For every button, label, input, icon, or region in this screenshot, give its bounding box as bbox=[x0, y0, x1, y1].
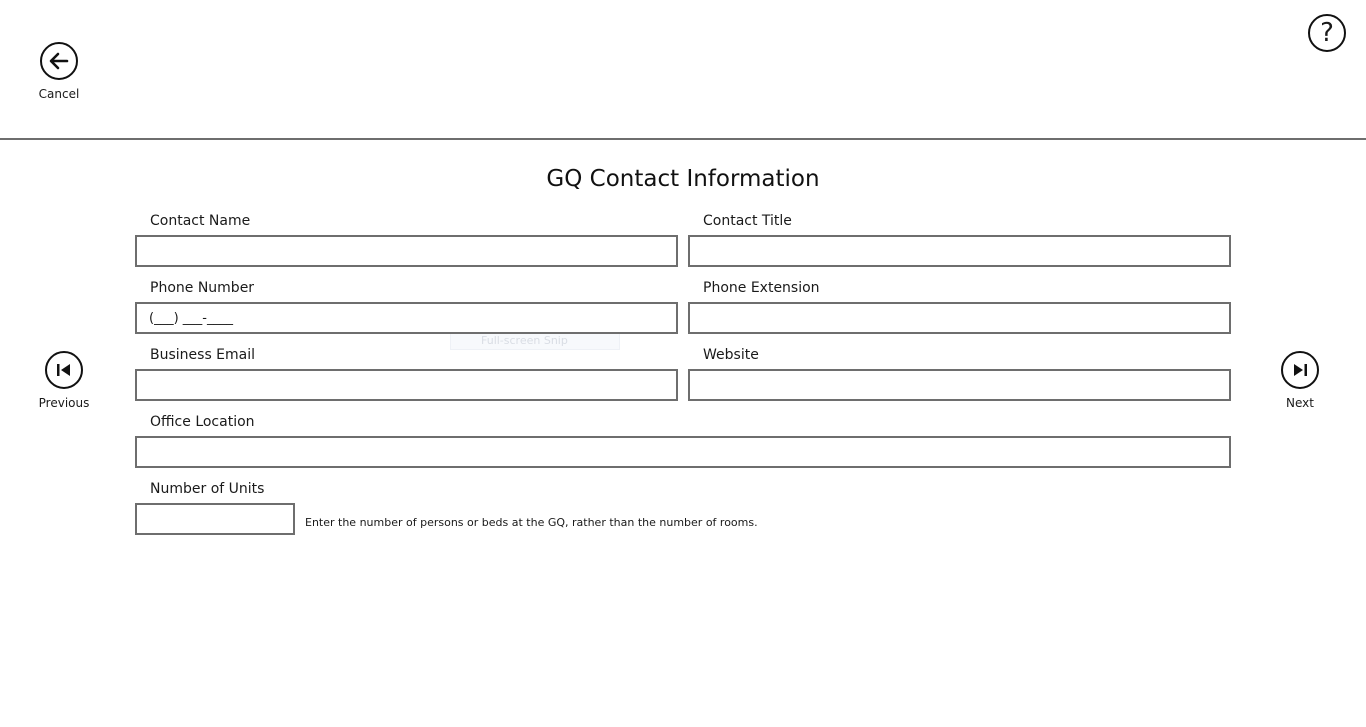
contact-name-label: Contact Name bbox=[150, 213, 251, 229]
business-email-label: Business Email bbox=[150, 347, 256, 363]
number-of-units-label: Number of Units bbox=[150, 481, 265, 497]
phone-number-label: Phone Number bbox=[150, 280, 255, 296]
number-of-units-input[interactable] bbox=[135, 503, 295, 535]
cancel-button[interactable] bbox=[40, 42, 78, 80]
office-location-label: Office Location bbox=[150, 414, 255, 430]
page-title: GQ Contact Information bbox=[546, 166, 820, 192]
phone-number-input[interactable] bbox=[135, 302, 678, 334]
contact-title-input[interactable] bbox=[688, 235, 1231, 267]
business-email-input[interactable] bbox=[135, 369, 678, 401]
next-label: Next bbox=[1286, 396, 1314, 410]
skip-next-icon bbox=[1294, 364, 1307, 376]
header-divider bbox=[0, 138, 1366, 140]
contact-title-label: Contact Title bbox=[703, 213, 792, 229]
office-location-input[interactable] bbox=[135, 436, 1231, 468]
question-mark-icon: ? bbox=[1320, 18, 1334, 48]
help-button[interactable]: ? bbox=[1308, 14, 1346, 52]
number-of-units-hint: Enter the number of persons or beds at t… bbox=[305, 516, 758, 529]
cancel-label: Cancel bbox=[38, 87, 80, 101]
next-button[interactable] bbox=[1281, 351, 1319, 389]
arrow-left-icon bbox=[49, 52, 69, 70]
phone-extension-input[interactable] bbox=[688, 302, 1231, 334]
website-input[interactable] bbox=[688, 369, 1231, 401]
gq-contact-page: Cancel ? GQ Contact Information Full-scr… bbox=[0, 0, 1366, 727]
contact-name-input[interactable] bbox=[135, 235, 678, 267]
previous-label: Previous bbox=[38, 396, 90, 410]
previous-button[interactable] bbox=[45, 351, 83, 389]
skip-previous-icon bbox=[57, 364, 70, 376]
website-label: Website bbox=[703, 347, 759, 363]
phone-extension-label: Phone Extension bbox=[703, 280, 820, 296]
